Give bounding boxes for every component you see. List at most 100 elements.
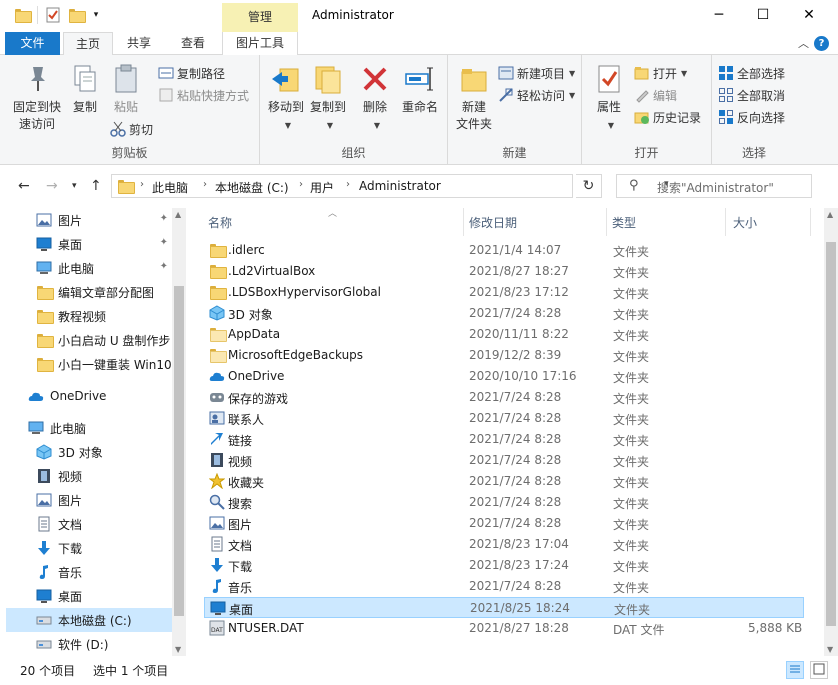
copy-to-button[interactable]: 复制到 ▼ (308, 63, 348, 134)
sidebar-item[interactable]: 本地磁盘 (C:) (6, 608, 172, 632)
sidebar-item[interactable]: 小白启动 U 盘制作步 (6, 328, 172, 352)
sidebar-item[interactable]: 此电脑 (6, 416, 172, 440)
file-row[interactable]: 音乐 2021/7/24 8:28 文件夹 (204, 576, 804, 597)
file-row[interactable]: 收藏夹 2021/7/24 8:28 文件夹 (204, 471, 804, 492)
tab-share[interactable]: 共享 (114, 32, 164, 55)
scroll-up-icon[interactable]: ▲ (827, 210, 833, 219)
file-row[interactable]: 链接 2021/7/24 8:28 文件夹 (204, 429, 804, 450)
sidebar-item[interactable]: OneDrive (6, 384, 172, 408)
large-icons-view-button[interactable] (810, 661, 828, 679)
scroll-up-icon[interactable]: ▲ (175, 210, 181, 219)
file-row[interactable]: 视频 2021/7/24 8:28 文件夹 (204, 450, 804, 471)
select-none-button[interactable]: 全部取消 (718, 85, 785, 105)
sidebar-item[interactable]: 图片 (6, 488, 172, 512)
file-row[interactable]: 桌面 2021/8/25 18:24 文件夹 (204, 597, 804, 618)
breadcrumb-administrator[interactable]: Administrator (359, 179, 441, 193)
rename-button[interactable]: 重命名 (398, 63, 442, 116)
nav-scrollbar[interactable]: ▲ ▼ (172, 208, 186, 656)
address-bar[interactable]: › 此电脑 › 本地磁盘 (C:) › 用户 › Administrator ▾ (111, 174, 669, 198)
invert-selection-button[interactable]: 反向选择 (718, 107, 785, 127)
column-name[interactable]: 名称 (208, 214, 232, 231)
tab-picture-tools[interactable]: 图片工具 (222, 32, 298, 55)
help-icon[interactable]: ? (814, 36, 829, 51)
collapse-ribbon-icon[interactable]: ︿ (798, 35, 809, 51)
sidebar-item[interactable]: 此电脑 ✦ (6, 256, 172, 280)
up-button[interactable]: ↑ (90, 178, 102, 194)
sidebar-item[interactable]: 编辑文章部分配图 (6, 280, 172, 304)
back-button[interactable]: ← (18, 178, 30, 194)
file-row[interactable]: MicrosoftEdgeBackups 2019/12/2 8:39 文件夹 (204, 345, 804, 366)
sidebar-item[interactable]: 视频 (6, 464, 172, 488)
easy-access-button[interactable]: 轻松访问 ▼ (498, 85, 575, 105)
file-row[interactable]: .LDSBoxHypervisorGlobal 2021/8/23 17:12 文件… (204, 282, 804, 303)
paste-shortcut-button[interactable]: 粘贴快捷方式 (158, 85, 249, 105)
maximize-button[interactable]: ☐ (740, 0, 786, 30)
column-divider[interactable] (725, 208, 726, 236)
sidebar-item[interactable]: 小白一键重装 Win10 (6, 352, 172, 376)
scroll-down-icon[interactable]: ▼ (175, 645, 181, 654)
breadcrumb-local-disk[interactable]: 本地磁盘 (C:) (215, 179, 289, 196)
new-folder-button[interactable]: 新建 文件夹 (452, 63, 496, 133)
select-all-button[interactable]: 全部选择 (718, 63, 785, 83)
pin-quick-access-button[interactable]: 固定到快 速访问 (8, 63, 66, 133)
close-button[interactable]: ✕ (786, 0, 832, 30)
sidebar-item[interactable]: 桌面 ✦ (6, 232, 172, 256)
file-row[interactable]: 图片 2021/7/24 8:28 文件夹 (204, 513, 804, 534)
edit-button[interactable]: 编辑 (634, 85, 677, 105)
tab-view[interactable]: 查看 (168, 32, 218, 55)
paste-button[interactable]: 粘贴 (106, 63, 146, 116)
properties-check-icon[interactable] (45, 7, 61, 23)
column-date[interactable]: 修改日期 (469, 214, 517, 231)
sidebar-item[interactable]: 桌面 (6, 584, 172, 608)
search-input[interactable]: ⚲ 搜索"Administrator" (616, 174, 812, 198)
history-button[interactable]: 历史记录 (634, 107, 701, 127)
file-row[interactable]: DAT NTUSER.DAT 2021/8/27 18:28 DAT 文件 5,888 … (204, 618, 804, 639)
file-row[interactable]: 联系人 2021/7/24 8:28 文件夹 (204, 408, 804, 429)
file-row[interactable]: 保存的游戏 2021/7/24 8:28 文件夹 (204, 387, 804, 408)
scroll-down-icon[interactable]: ▼ (827, 645, 833, 654)
new-folder-quick-icon[interactable] (68, 7, 86, 23)
file-row[interactable]: 下载 2021/8/23 17:24 文件夹 (204, 555, 804, 576)
new-item-button[interactable]: 新建项目 ▼ (498, 63, 575, 83)
column-divider[interactable] (810, 208, 811, 236)
copy-button[interactable]: 复制 (66, 63, 104, 116)
nav-scrollbar-thumb[interactable] (174, 286, 184, 616)
sidebar-item[interactable]: 下载 (6, 536, 172, 560)
column-type[interactable]: 类型 (612, 214, 636, 231)
file-row[interactable]: .idlerc 2021/1/4 14:07 文件夹 (204, 240, 804, 261)
forward-button[interactable]: → (46, 178, 58, 194)
sidebar-item[interactable]: 教程视频 (6, 304, 172, 328)
customize-quick-access-icon[interactable]: ▾ (88, 7, 104, 23)
file-row[interactable]: OneDrive 2020/10/10 17:16 文件夹 (204, 366, 804, 387)
column-divider[interactable] (463, 208, 464, 236)
tab-file[interactable]: 文件 (5, 32, 60, 55)
file-type: 文件夹 (613, 518, 650, 532)
breadcrumb-users[interactable]: 用户 (310, 179, 334, 196)
recent-locations-button[interactable]: ▾ (72, 181, 77, 191)
copy-path-button[interactable]: 复制路径 (158, 63, 225, 83)
file-row[interactable]: 3D 对象 2021/7/24 8:28 文件夹 (204, 303, 804, 324)
cut-button[interactable]: 剪切 (110, 119, 153, 139)
file-row[interactable]: 搜索 2021/7/24 8:28 文件夹 (204, 492, 804, 513)
sidebar-item[interactable]: 软件 (D:) (6, 632, 172, 656)
refresh-button[interactable]: ↻ (576, 174, 602, 198)
file-scrollbar-thumb[interactable] (826, 242, 836, 626)
sidebar-item[interactable]: 图片 ✦ (6, 208, 172, 232)
sidebar-item[interactable]: 3D 对象 (6, 440, 172, 464)
file-row[interactable]: 文档 2021/8/23 17:04 文件夹 (204, 534, 804, 555)
sidebar-item[interactable]: 文档 (6, 512, 172, 536)
breadcrumb-this-pc[interactable]: 此电脑 (152, 179, 188, 196)
delete-button[interactable]: 删除 ▼ (358, 63, 392, 134)
file-scrollbar[interactable]: ▲ ▼ (824, 208, 838, 656)
minimize-button[interactable]: ─ (696, 0, 742, 30)
file-row[interactable]: .Ld2VirtualBox 2021/8/27 18:27 文件夹 (204, 261, 804, 282)
sidebar-item[interactable]: 音乐 (6, 560, 172, 584)
properties-button[interactable]: 属性 ▼ (588, 63, 630, 134)
details-view-button[interactable] (786, 661, 804, 679)
file-row[interactable]: AppData 2020/11/11 8:22 文件夹 (204, 324, 804, 345)
open-button[interactable]: 打开 ▼ (634, 63, 687, 83)
column-divider[interactable] (606, 208, 607, 236)
tab-home[interactable]: 主页 (63, 32, 113, 56)
column-size[interactable]: 大小 (733, 214, 757, 231)
move-to-button[interactable]: 移动到 ▼ (266, 63, 306, 134)
